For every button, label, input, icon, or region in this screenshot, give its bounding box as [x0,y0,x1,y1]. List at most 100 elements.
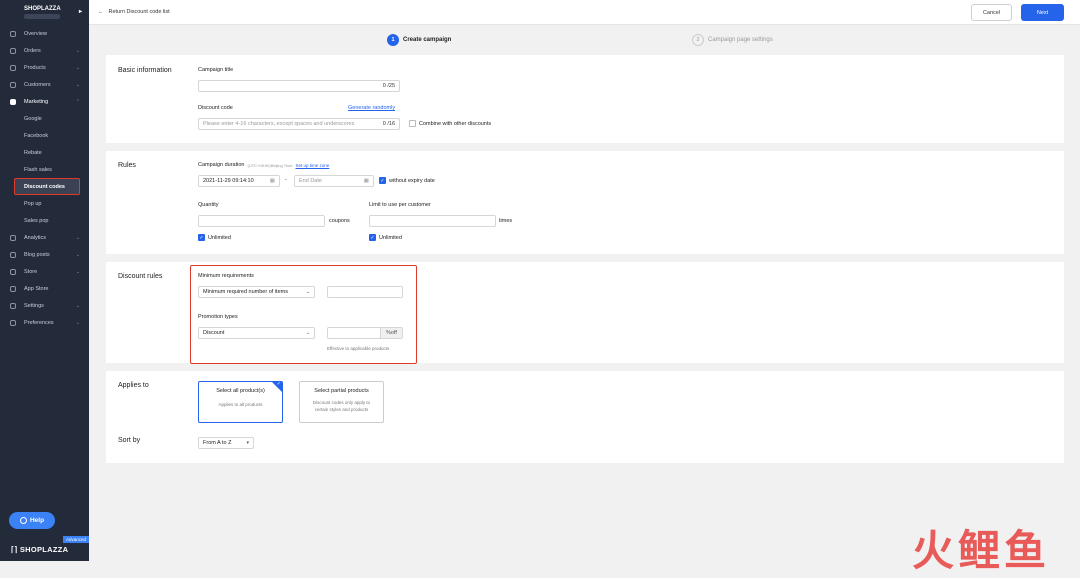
nav-sub-sales-pop[interactable]: Sales pop [0,212,89,229]
nav-settings[interactable]: Settings ⌄ [0,297,89,314]
nav-customers[interactable]: Customers ⌄ [0,76,89,93]
quantity-input[interactable] [198,215,325,227]
nav-label: Products [24,64,46,71]
store-subtitle-placeholder [24,14,60,19]
end-date-placeholder: End Date [299,178,322,184]
checkbox-checked-icon: ✓ [369,234,376,241]
generate-randomly-link[interactable]: Generate randomly [348,105,395,111]
step-label: Create campaign [403,37,452,43]
timezone-note: (UTC+08:00)Beijing Time [247,162,293,168]
date-separator: - [285,177,287,183]
step-label: Campaign page settings [708,37,773,43]
nav-sub-discount-codes[interactable]: Discount codes [14,178,80,195]
set-timezone-link[interactable]: Set up time zone [296,163,330,168]
nav-store[interactable]: Store ⌄ [0,263,89,280]
sort-by-title: Sort by [118,437,141,444]
next-button[interactable]: Next [1021,4,1064,21]
nav-label: Blog posts [24,251,50,258]
brand-text: SHOPLAZZA [19,545,69,554]
nav-sub-pop-up[interactable]: Pop up [0,195,89,212]
nav-sub-rebate[interactable]: Rebate [0,144,89,161]
app-store-icon [10,285,16,292]
min-items-input[interactable] [327,286,403,298]
nav-overview[interactable]: Overview [0,25,89,42]
select-value: Discount [203,330,225,336]
promotion-type-select[interactable]: Discount ⌄ [198,327,315,339]
blog-icon [10,251,16,258]
char-counter: 0 /25 [382,83,395,89]
select-value: From A to Z [203,440,232,446]
option-desc: Applies to all products [218,402,263,407]
nav-products[interactable]: Products ⌄ [0,59,89,76]
select-value: Minimum required number of items [203,289,288,295]
select-partial-products-option[interactable]: Select partial products Discount codes o… [299,381,384,423]
end-date-input[interactable]: End Date ▦ [294,175,374,187]
chevron-down-icon: ⌄ [75,47,80,54]
campaign-duration-header: Campaign duration (UTC+08:00)Beijing Tim… [198,162,329,168]
preferences-icon [10,319,16,326]
store-switcher[interactable]: SHOPLAZZA ▸ [0,0,89,25]
chevron-down-icon: ⌄ [75,302,80,309]
cancel-button[interactable]: Cancel [971,4,1012,21]
quantity-label: Quantity [198,202,219,208]
orders-icon [10,47,16,54]
nav-label: Customers [24,81,51,88]
without-expiry-checkbox[interactable]: ✓ without expiry date [379,177,435,184]
customers-icon [10,81,16,88]
checkbox-label: Combine with other discounts [419,120,492,127]
start-date-input[interactable]: 2021-11-29 09:14:10 ▦ [198,175,280,187]
nav-sub-google[interactable]: Google [0,110,89,127]
overview-icon [10,30,16,37]
option-desc: Discount codes only apply to certain sty… [312,400,371,412]
promotion-types-label: Promotion types [198,314,238,320]
caret-down-icon: ▾ [246,440,249,446]
nav-preferences[interactable]: Preferences ⌄ [0,314,89,331]
chevron-up-icon: ⌃ [75,98,80,105]
checkbox-checked-icon: ✓ [379,177,386,184]
min-requirements-select[interactable]: Minimum required number of items ⌄ [198,286,315,298]
combine-discounts-checkbox[interactable]: Combine with other discounts [409,120,491,127]
option-title: Select all product(s) [216,388,265,394]
nav-label: Preferences [24,319,54,326]
nav-marketing[interactable]: Marketing ⌃ [0,93,89,110]
nav-blog-posts[interactable]: Blog posts ⌄ [0,246,89,263]
nav-label: Analytics [24,234,47,241]
limit-per-customer-label: Limit to use per customer [369,202,431,208]
nav-sub-facebook[interactable]: Facebook [0,127,89,144]
section-title: Discount rules [118,273,163,280]
nav-label: App Store [24,285,49,292]
help-button[interactable]: Help [9,512,55,529]
checkbox-icon [409,120,416,127]
nav-sub-flash-sales[interactable]: Flash sales [0,161,89,178]
back-label: Return Discount code list [108,9,170,15]
option-title: Select partial products [314,388,369,394]
nav-analytics[interactable]: Analytics ⌄ [0,229,89,246]
sort-by-select[interactable]: From A to Z ▾ [198,437,254,449]
calendar-icon: ▦ [363,178,369,184]
select-all-products-option[interactable]: ✓ Select all product(s) Applies to all p… [198,381,283,423]
nav-orders[interactable]: Orders ⌄ [0,42,89,59]
chat-icon [19,517,27,524]
rules-card: Rules Campaign duration (UTC+08:00)Beiji… [106,151,1064,254]
step-number: 1 [387,34,399,46]
percent-off-suffix: %off [380,328,402,338]
section-title: Basic information [118,67,172,74]
marketing-icon [10,98,16,105]
nav-label: Orders [24,47,41,54]
check-icon: ✓ [276,381,281,387]
chevron-down-icon: ⌄ [75,81,80,88]
nav-app-store[interactable]: App Store [0,280,89,297]
nav-label: Marketing [24,98,49,105]
discount-code-input[interactable]: Please enter 4-16 characters, except spa… [198,118,400,130]
step-campaign-page-settings: 2 Campaign page settings [692,34,773,46]
discount-percent-input[interactable]: %off [327,327,403,339]
limit-unlimited-checkbox[interactable]: ✓ Unlimited [369,234,402,241]
back-link[interactable]: ← Return Discount code list [98,9,170,15]
quantity-unlimited-checkbox[interactable]: ✓ Unlimited [198,234,231,241]
effective-note: Effective to applicable products [327,346,390,351]
settings-icon [10,302,16,309]
limit-per-customer-input[interactable] [369,215,496,227]
products-icon [10,64,16,71]
sidebar: SHOPLAZZA ▸ Overview Orders ⌄ Products ⌄ C… [0,0,89,561]
campaign-title-input[interactable]: 0 /25 [198,80,400,92]
